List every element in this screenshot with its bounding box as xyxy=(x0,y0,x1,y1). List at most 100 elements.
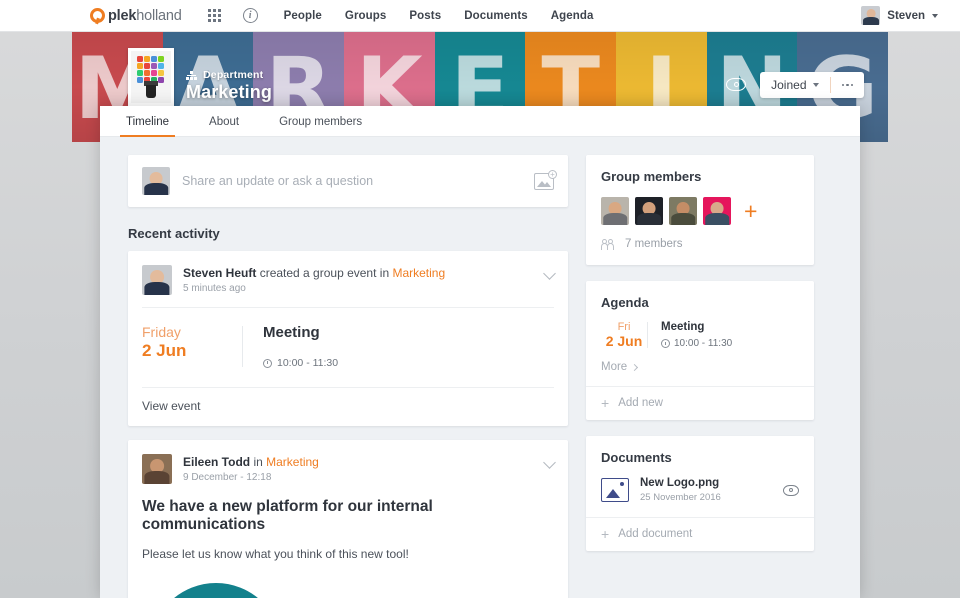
grid-dot xyxy=(212,9,216,12)
clock-icon xyxy=(661,339,670,348)
documents-card: Documents New Logo.png 25 November 2016 … xyxy=(586,436,814,551)
view-event-link[interactable]: View event xyxy=(128,388,568,426)
add-document-label: Add document xyxy=(618,528,693,540)
group-tabs: Timeline About Group members xyxy=(100,106,860,137)
add-image-icon[interactable]: + xyxy=(534,169,557,190)
post-card-update: Eileen Todd in Marketing 9 December - 12… xyxy=(128,440,568,598)
agenda-day: 2 Jun xyxy=(605,333,643,349)
more-options-button[interactable] xyxy=(831,72,865,98)
bulb-base xyxy=(146,85,156,98)
joined-button-label: Joined xyxy=(771,78,807,92)
nav-link-agenda[interactable]: Agenda xyxy=(551,10,594,22)
post-group-link[interactable]: Marketing xyxy=(266,455,319,469)
post-body-text: Please let us know what you think of thi… xyxy=(142,547,409,561)
member-avatar[interactable] xyxy=(703,197,731,225)
tab-timeline[interactable]: Timeline xyxy=(120,116,176,137)
nav-link-posts[interactable]: Posts xyxy=(409,10,441,22)
grid-dot xyxy=(217,9,221,12)
logo-wordmark: plekholland xyxy=(108,8,182,24)
post-card-event: Steven Heuft created a group event in Ma… xyxy=(128,251,568,426)
post-title[interactable]: We have a new platform for our internal … xyxy=(128,496,568,534)
plus-icon: + xyxy=(601,526,610,542)
page-title: Marketing xyxy=(186,82,272,102)
member-avatar[interactable] xyxy=(635,197,663,225)
agenda-item[interactable]: Fri 2 Jun Meeting 10:00 - 11:30 xyxy=(586,310,814,349)
event-day-of-week: Friday xyxy=(142,324,181,340)
people-icon xyxy=(601,238,617,250)
agenda-item-title: Meeting xyxy=(661,321,705,333)
chevron-down-icon xyxy=(932,13,938,18)
avatar xyxy=(142,454,172,484)
user-menu[interactable]: Steven xyxy=(861,6,938,25)
visibility-eye-icon[interactable] xyxy=(726,78,747,92)
post-meta: Steven Heuft created a group event in Ma… xyxy=(183,265,445,294)
post-group-link[interactable]: Marketing xyxy=(392,266,445,280)
info-icon[interactable]: i xyxy=(242,8,258,23)
agenda-item-date: Fri 2 Jun xyxy=(601,321,647,349)
chevron-right-icon xyxy=(631,363,639,371)
member-avatars: + xyxy=(586,184,814,225)
add-member-button[interactable]: + xyxy=(744,200,757,223)
document-name: New Logo.png xyxy=(640,477,720,489)
sheet-body: Share an update or ask a question + Rece… xyxy=(100,137,860,598)
nav-link-groups[interactable]: Groups xyxy=(345,10,387,22)
grid-dot xyxy=(207,14,211,17)
post-action: created a group event in xyxy=(256,266,393,280)
group-meta: Department Marketing xyxy=(186,69,272,106)
group-avatar[interactable] xyxy=(128,48,174,106)
grid-dot xyxy=(207,9,211,12)
post-byline: Eileen Todd in Marketing xyxy=(183,455,319,469)
composer[interactable]: Share an update or ask a question + xyxy=(128,155,568,207)
member-count-label: 7 members xyxy=(625,238,683,250)
post-author[interactable]: Eileen Todd xyxy=(183,455,250,469)
event-details: Friday 2 Jun Meeting 10:00 - 11:30 xyxy=(128,308,568,387)
event-time-row: 10:00 - 11:30 xyxy=(263,357,338,369)
post-attached-image[interactable] xyxy=(142,575,554,598)
post-header: Steven Heuft created a group event in Ma… xyxy=(128,251,568,307)
apps-grid-icon[interactable] xyxy=(207,9,221,22)
lightbulb-icon xyxy=(134,54,168,100)
agenda-add-new-button[interactable]: + Add new xyxy=(586,386,814,420)
primary-nav-links: People Groups Posts Documents Agenda xyxy=(284,10,594,22)
event-day: 2 Jun xyxy=(142,341,187,360)
nav-link-documents[interactable]: Documents xyxy=(464,10,528,22)
post-author[interactable]: Steven Heuft xyxy=(183,266,256,280)
logo-light-text: holland xyxy=(136,7,182,24)
member-avatar[interactable] xyxy=(601,197,629,225)
eye-icon[interactable] xyxy=(783,484,799,496)
post-byline: Steven Heuft created a group event in Ma… xyxy=(183,266,445,280)
composer-input[interactable]: Share an update or ask a question xyxy=(182,174,534,188)
ellipsis-dot xyxy=(846,83,849,87)
donut-graphic xyxy=(150,583,282,598)
event-title: Meeting xyxy=(263,324,320,341)
agenda-item-time-row: 10:00 - 11:30 xyxy=(661,338,732,349)
content-sheet: Timeline About Group members Share an up… xyxy=(100,106,860,598)
document-item[interactable]: New Logo.png 25 November 2016 xyxy=(586,465,814,517)
document-date: 25 November 2016 xyxy=(640,492,721,503)
post-timestamp: 5 minutes ago xyxy=(183,283,246,294)
chevron-down-icon[interactable] xyxy=(543,267,556,280)
tab-group-members[interactable]: Group members xyxy=(273,116,368,136)
tab-about[interactable]: About xyxy=(203,116,245,136)
nav-link-people[interactable]: People xyxy=(284,10,322,22)
group-type-row: Department xyxy=(186,69,272,81)
logo-bold-text: plek xyxy=(108,7,137,24)
org-chart-icon xyxy=(186,70,197,80)
agenda-more-link[interactable]: More xyxy=(586,349,814,386)
grid-dot xyxy=(212,14,216,17)
member-avatar[interactable] xyxy=(669,197,697,225)
chevron-down-icon[interactable] xyxy=(543,456,556,469)
banner-actions: Joined xyxy=(726,72,864,98)
agenda-day-of-week: Fri xyxy=(617,321,631,333)
agenda-item-info: Meeting 10:00 - 11:30 xyxy=(661,321,732,349)
plek-holland-logo[interactable]: plekholland xyxy=(90,8,182,24)
documents-title: Documents xyxy=(601,450,672,465)
divider xyxy=(242,326,243,367)
composer-avatar xyxy=(142,167,170,195)
add-document-button[interactable]: + Add document xyxy=(586,517,814,551)
member-count-row[interactable]: 7 members xyxy=(586,225,814,265)
image-file-icon xyxy=(601,478,629,502)
joined-button[interactable]: Joined xyxy=(760,72,829,98)
plek-logo-mark-icon xyxy=(90,8,105,23)
post-header: Eileen Todd in Marketing 9 December - 12… xyxy=(128,440,568,496)
